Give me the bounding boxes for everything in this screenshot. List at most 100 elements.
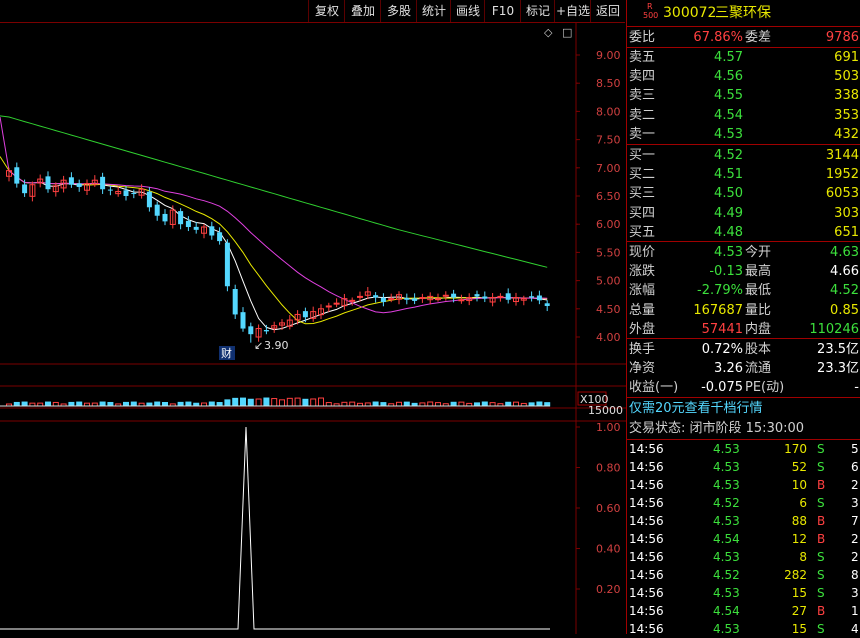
- info-row: 收益(一) -0.075 PE(动) -: [627, 378, 860, 397]
- wei-bi-value: 67.86%: [693, 30, 743, 45]
- info-label: 股本: [745, 342, 772, 357]
- bid-row[interactable]: 买四 4.49 303: [627, 204, 860, 223]
- book-volume: 353: [834, 107, 859, 123]
- book-level-label: 买五: [629, 224, 656, 240]
- stat-value: 0.85: [830, 302, 859, 318]
- candle-body: [45, 176, 51, 190]
- volume-bars: [0, 397, 551, 407]
- candle-body: [451, 293, 457, 298]
- price-tick-label: 8.00: [596, 105, 621, 118]
- tick-volume: 282: [784, 568, 807, 582]
- tick-count: 2: [851, 550, 859, 564]
- info-label: 收益(一): [629, 380, 679, 396]
- stat-label: 最高: [745, 264, 772, 280]
- tick-time: 14:56: [629, 532, 664, 546]
- info-value: 23.5亿: [817, 342, 859, 357]
- trade-status: 交易状态: 闭市阶段 15:30:00: [629, 421, 805, 436]
- tick-count: 8: [851, 568, 859, 582]
- tick-side: B: [817, 514, 826, 528]
- price-tick-label: 8.50: [596, 77, 621, 90]
- candle-body: [349, 299, 356, 302]
- tick-count: 7: [851, 514, 859, 528]
- ma60-line: [0, 115, 548, 268]
- indicator-lines: [0, 426, 550, 630]
- stat-value: 167687: [693, 302, 743, 318]
- tick-price: 4.53: [713, 586, 740, 600]
- tick-row: 14:56 4.53 52 S 6: [627, 458, 860, 476]
- indicator-tick-label: 1.00: [596, 421, 621, 434]
- ask-row[interactable]: 卖三 4.55 338: [627, 86, 860, 105]
- volume-bar: [318, 397, 324, 407]
- tick-side: S: [817, 496, 825, 510]
- ask-row[interactable]: 卖二 4.54 353: [627, 106, 860, 125]
- volume-bar: [450, 401, 457, 407]
- kline-chart[interactable]: 9.00 8.50 8.00 7.50 7.00 6.50 6.00 5.50 5.00 4.50…: [0, 0, 626, 634]
- volume-bar: [481, 401, 488, 407]
- ma20-line: [0, 116, 548, 314]
- promo-link[interactable]: 仅需20元查看千档行情: [629, 399, 763, 418]
- tick-row: 14:56 4.53 10 B 2: [627, 476, 860, 494]
- volume-bar: [325, 402, 332, 407]
- info-row: 净资 3.26 流通 23.3亿: [627, 359, 860, 378]
- stat-row: 涨幅 -2.79% 最低 4.52: [627, 281, 860, 300]
- candle-body: [248, 326, 254, 335]
- bid-row[interactable]: 买三 4.50 6053: [627, 184, 860, 203]
- ask-row[interactable]: 卖一 4.53 432: [627, 125, 860, 144]
- diamond-icon[interactable]: ◇: [544, 26, 553, 39]
- stat-value: 4.63: [830, 245, 859, 260]
- tick-volume: 170: [784, 442, 807, 456]
- tick-volume: 15: [791, 586, 807, 600]
- menu-icon[interactable]: □: [562, 26, 572, 39]
- volume-bar: [232, 397, 239, 407]
- ask-row[interactable]: 卖四 4.56 503: [627, 67, 860, 86]
- stock-header: R 500 300072 三聚环保: [627, 2, 860, 24]
- stat-label: 涨跌: [629, 264, 656, 280]
- tick-count: 1: [851, 604, 859, 618]
- bid-row[interactable]: 买一 4.52 3144: [627, 146, 860, 165]
- indicator-tick-label: 0.80: [596, 462, 621, 475]
- book-price: 4.56: [714, 69, 743, 85]
- tick-time: 14:56: [629, 460, 664, 474]
- book-volume: 3144: [825, 148, 859, 163]
- stock-name[interactable]: 三聚环保: [715, 2, 771, 24]
- candle-body: [154, 204, 160, 216]
- book-volume: 691: [834, 50, 859, 65]
- candle-body: [458, 299, 465, 302]
- candle-body: [373, 295, 379, 298]
- book-volume: 338: [834, 88, 859, 104]
- volume-bar: [489, 402, 496, 407]
- promo-row[interactable]: 仅需20元查看千档行情: [627, 399, 860, 418]
- candle-body: [412, 298, 418, 301]
- event-marker[interactable]: 财: [221, 346, 232, 360]
- candle-body: [131, 193, 137, 195]
- stat-row: 总量 167687 量比 0.85: [627, 301, 860, 320]
- stat-value: -0.13: [709, 264, 743, 280]
- ask-row[interactable]: 卖五 4.57 691: [627, 48, 860, 67]
- trade-status-row: 交易状态: 闭市阶段 15:30:00: [627, 419, 860, 438]
- volume-bar: [185, 401, 192, 407]
- info-value: -0.075: [701, 380, 743, 396]
- candle-body: [536, 295, 542, 301]
- bid-row[interactable]: 买五 4.48 651: [627, 223, 860, 242]
- price-tick-label: 9.00: [596, 49, 621, 62]
- tick-row: 14:56 4.53 8 S 2: [627, 548, 860, 566]
- volume-bar: [286, 397, 293, 407]
- ma10-line: [0, 156, 548, 325]
- bid-row[interactable]: 买二 4.51 1952: [627, 165, 860, 184]
- tick-time: 14:56: [629, 550, 664, 564]
- volume-bar: [216, 402, 223, 407]
- volume-bar: [396, 401, 402, 407]
- r-badge-sub: 500: [643, 11, 659, 20]
- volume-bar: [458, 401, 465, 407]
- candle-body: [232, 289, 238, 315]
- tick-count: 5: [851, 442, 859, 456]
- volume-bar: [505, 401, 512, 407]
- tick-row: 14:56 4.54 12 B 2: [627, 530, 860, 548]
- candle-body: [529, 296, 535, 298]
- low-price-marker: 3.90: [264, 339, 289, 352]
- tick-side: B: [817, 532, 826, 546]
- wei-cha-value: 9786: [825, 30, 859, 45]
- volume-bar: [247, 398, 254, 407]
- tick-price: 4.54: [713, 532, 740, 546]
- volume-bar: [99, 401, 106, 407]
